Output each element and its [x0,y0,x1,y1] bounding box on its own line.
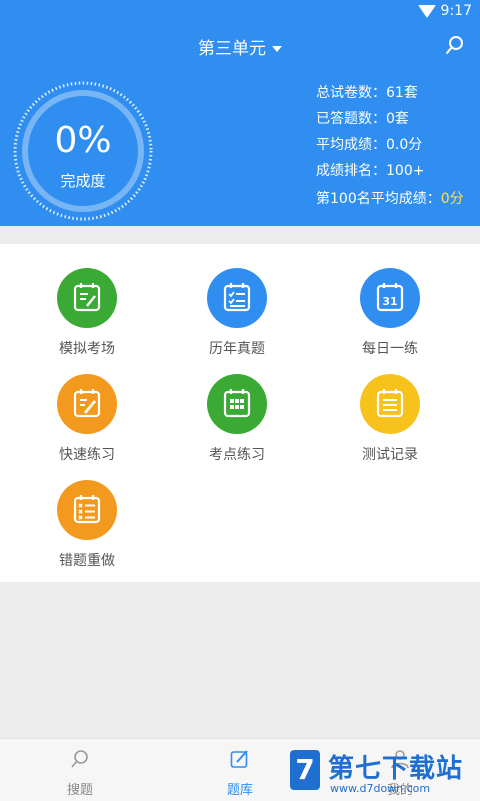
menu-label: 测试记录 [362,447,418,463]
menu-item-daily-practice[interactable]: 31 每日一练 [330,268,450,368]
menu-label: 历年真题 [209,341,265,357]
stat-100th-average: 第100名平均成绩：0分 [316,190,464,216]
wrong-list-icon [57,480,117,540]
status-bar: 9:17 [0,0,480,24]
menu-item-topic-practice[interactable]: 考点练习 [177,374,297,474]
stat-answered: 已答题数：0套 [316,111,409,127]
stat-100th-label: 第100名平均成绩： [316,191,441,207]
calendar-31-icon: 31 [360,268,420,328]
watermark-url: www.d7down.com [330,782,431,795]
watermark-logo: 7 [290,750,320,790]
unit-selector[interactable]: 第三单元 [0,34,480,59]
search-icon[interactable] [444,34,466,56]
chevron-down-icon [272,46,282,52]
menu-item-wrong-questions[interactable]: 错题重做 [27,480,147,580]
menu-item-test-records[interactable]: 测试记录 [330,374,450,474]
status-time: 9:17 [440,3,472,19]
exam-icon [57,268,117,328]
svg-text:31: 31 [382,295,397,308]
menu-label: 快速练习 [59,447,115,463]
wifi-icon [418,5,436,18]
menu-item-mock-exam[interactable]: 模拟考场 [27,268,147,368]
completion-ring: 0% 完成度 [12,80,154,222]
watermark: 7 第七下载站 www.d7down.com [284,746,480,800]
edit-icon [230,750,248,768]
top-bar: 第三单元 [0,24,480,66]
watermark-title: 第七下载站 [328,754,464,784]
menu-item-past-exams[interactable]: 历年真题 [177,268,297,368]
tab-label: 搜题 [66,783,93,798]
feature-grid: 模拟考场 历年真题 31 每日一练 快速练习 考点练习 测试记录 错题重做 [0,244,480,582]
stat-100th-value: 0分 [440,191,464,207]
search-icon [71,750,88,768]
stat-average: 平均成绩：0.0分 [316,137,423,153]
page-title: 第三单元 [198,39,266,59]
tab-search[interactable]: 搜题 [0,739,160,801]
menu-label: 每日一练 [362,341,418,357]
record-icon [360,374,420,434]
stat-rank: 成绩排名：100+ [316,163,425,179]
completion-percent: 0% [54,120,112,161]
menu-label: 错题重做 [59,553,115,569]
grid-calendar-icon [207,374,267,434]
menu-label: 模拟考场 [59,341,115,357]
menu-item-quick-practice[interactable]: 快速练习 [27,374,147,474]
stat-total-papers: 总试卷数：61套 [316,85,418,101]
checklist-icon [207,268,267,328]
completion-label: 完成度 [60,172,106,190]
stat-list: 总试卷数：61套 已答题数：0套 平均成绩：0.0分 成绩排名：100+ 第10… [316,84,464,216]
menu-label: 考点练习 [209,447,265,463]
edit-calendar-icon [57,374,117,434]
section-divider [0,226,480,244]
stats-panel: 0% 完成度 总试卷数：61套 已答题数：0套 平均成绩：0.0分 成绩排名：1… [0,66,480,226]
